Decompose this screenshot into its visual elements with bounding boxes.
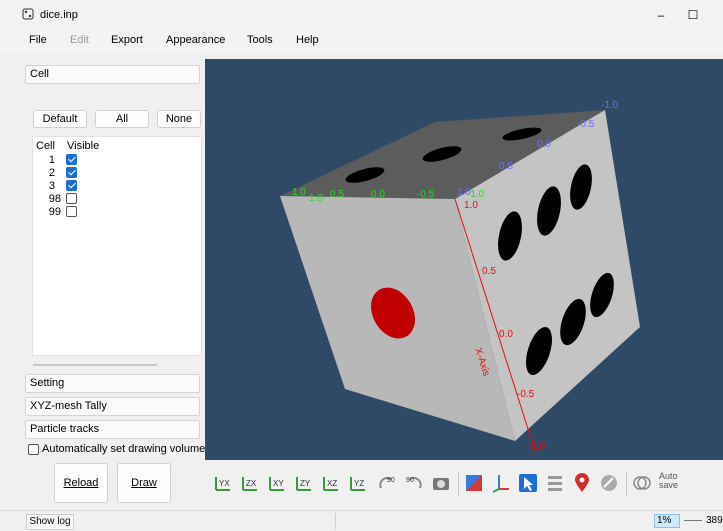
- axes-icon[interactable]: [491, 473, 511, 493]
- menu-tools[interactable]: Tools: [247, 34, 273, 46]
- blue-tick: -1.0: [601, 100, 619, 111]
- progress-percent: 1%: [654, 514, 680, 528]
- view-zx-icon[interactable]: ZX: [240, 473, 260, 493]
- cell-column-header: Cell: [36, 140, 55, 152]
- table-row: 1: [33, 154, 213, 167]
- toolbar-separator: [626, 472, 627, 496]
- cell-number: 2: [48, 167, 55, 179]
- minimize-button[interactable]: –: [646, 4, 676, 26]
- cell-section-toggle[interactable]: Cell: [25, 65, 200, 84]
- status-line: [684, 520, 702, 521]
- all-button[interactable]: All: [95, 110, 149, 128]
- menu-appearance[interactable]: Appearance: [166, 34, 225, 46]
- dice-render: -1.0 -0.5 0.0 0.5 1.0 1.0 1.0 0.5 0.0 -0…: [280, 100, 640, 452]
- rotate-ccw-90-icon[interactable]: 90: [377, 473, 397, 493]
- toolbar-separator: [458, 472, 459, 496]
- red-tick: -0.5: [517, 389, 535, 400]
- red-tick: 0.5: [482, 266, 496, 277]
- status-separator: [335, 513, 336, 529]
- view-yx-icon[interactable]: YX: [213, 473, 233, 493]
- visible-column-header: Visible: [67, 140, 100, 152]
- menu-help[interactable]: Help: [296, 34, 319, 46]
- window-title: dice.inp: [40, 9, 78, 21]
- setting-section-toggle[interactable]: Setting: [25, 374, 200, 393]
- reload-button[interactable]: Reload: [54, 463, 108, 503]
- svg-text:90: 90: [387, 477, 395, 484]
- green-tick: 0.5: [330, 189, 344, 200]
- visible-checkbox[interactable]: [66, 154, 77, 165]
- blue-tick: 0.5: [499, 161, 513, 172]
- venn-icon[interactable]: [632, 473, 652, 493]
- cell-visibility-list: Cell Visible 1 2 3 98 99: [32, 136, 202, 356]
- show-log-button[interactable]: Show log: [26, 514, 74, 530]
- svg-text:90: 90: [406, 477, 414, 484]
- table-row: 3: [33, 180, 213, 193]
- green-tick: 1.0: [292, 187, 306, 198]
- menu-export[interactable]: Export: [111, 34, 143, 46]
- app-icon: [22, 8, 34, 20]
- blue-tick: 0.0: [537, 139, 551, 150]
- visible-checkbox[interactable]: [66, 167, 77, 178]
- svg-text:XY: XY: [273, 479, 284, 488]
- table-row: 2: [33, 167, 213, 180]
- svg-text:YX: YX: [219, 479, 230, 488]
- maximize-button[interactable]: ☐: [678, 4, 708, 26]
- view-zy-icon[interactable]: ZY: [294, 473, 314, 493]
- view-toolbar: YX ZX XY ZY XZ YZ 90 90 Auto save: [205, 462, 723, 506]
- visible-checkbox[interactable]: [66, 206, 77, 217]
- auto-volume-checkbox[interactable]: [28, 444, 39, 455]
- green-tick: 0.0: [371, 189, 385, 200]
- table-row: 98: [33, 193, 213, 206]
- horizontal-scrollbar[interactable]: [33, 364, 157, 366]
- blue-tick: -0.5: [577, 119, 595, 130]
- draw-label: Draw: [131, 477, 157, 489]
- svg-text:ZY: ZY: [300, 479, 311, 488]
- 3d-viewport[interactable]: -1.0 -0.5 0.0 0.5 1.0 1.0 1.0 0.5 0.0 -0…: [205, 59, 723, 460]
- camera-icon[interactable]: [431, 473, 451, 493]
- list-icon[interactable]: [545, 473, 565, 493]
- status-number: 389: [706, 515, 723, 526]
- autosave-icon[interactable]: Auto save: [659, 472, 687, 498]
- svg-text:YZ: YZ: [354, 479, 364, 488]
- cell-number: 98: [48, 193, 61, 205]
- title-bar: dice.inp – ☐: [0, 0, 723, 30]
- reload-label: Reload: [63, 477, 99, 489]
- visible-checkbox[interactable]: [66, 193, 77, 204]
- menu-bar: File Edit Export Appearance Tools Help: [0, 30, 723, 52]
- red-tick: 1.0: [464, 200, 478, 211]
- none-button[interactable]: None: [157, 110, 201, 128]
- menu-edit[interactable]: Edit: [70, 34, 89, 46]
- svg-text:XZ: XZ: [327, 479, 337, 488]
- auto-volume-label: Automatically set drawing volume: [42, 443, 206, 455]
- status-bar: Show log 1% 389: [0, 510, 723, 531]
- red-tick: -1.0: [528, 441, 546, 452]
- default-button[interactable]: Default: [33, 110, 87, 128]
- pointer-icon[interactable]: [518, 473, 538, 493]
- table-row: 99: [33, 206, 213, 219]
- menu-file[interactable]: File: [29, 34, 47, 46]
- color-cube-icon[interactable]: [464, 473, 484, 493]
- cell-number: 99: [48, 206, 61, 218]
- particle-tracks-section-toggle[interactable]: Particle tracks: [25, 420, 200, 439]
- red-tick: 0.0: [499, 329, 513, 340]
- cell-number: 1: [48, 154, 55, 166]
- cell-number: 3: [48, 180, 55, 192]
- view-xz-icon[interactable]: XZ: [321, 473, 341, 493]
- rotate-cw-90-icon[interactable]: 90: [404, 473, 424, 493]
- view-yz-icon[interactable]: YZ: [348, 473, 368, 493]
- svg-text:ZX: ZX: [246, 479, 257, 488]
- green-tick: -1.0: [467, 189, 485, 200]
- eraser-icon[interactable]: [599, 473, 619, 493]
- draw-button[interactable]: Draw: [117, 463, 171, 503]
- visible-checkbox[interactable]: [66, 180, 77, 191]
- autosave-label-2: save: [659, 480, 679, 490]
- location-pin-icon[interactable]: [572, 473, 592, 493]
- view-xy-icon[interactable]: XY: [267, 473, 287, 493]
- xyz-mesh-tally-section-toggle[interactable]: XYZ-mesh Tally: [25, 397, 200, 416]
- green-tick: -0.5: [417, 189, 435, 200]
- green-tick: 1.0: [309, 193, 323, 204]
